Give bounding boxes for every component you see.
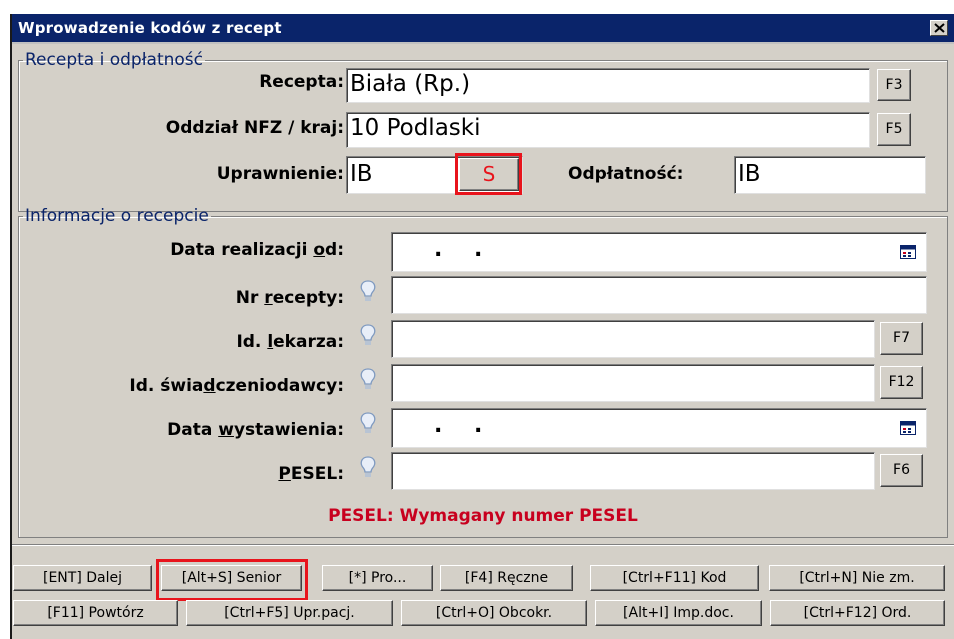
oddzial-label: Oddział NFZ / kraj: — [165, 118, 344, 138]
data-realizacji-label-hotkey: o — [313, 240, 326, 260]
recepta-label: Recepta: — [259, 72, 344, 92]
close-button[interactable] — [930, 20, 948, 36]
odplatnosc-value: IB — [738, 161, 761, 187]
id-swiadczeniodawcy-label-hotkey: d — [203, 376, 216, 396]
recepta-legend: Recepta i odpłatność — [25, 50, 203, 70]
data-realizacji-field[interactable]: . . — [391, 232, 927, 272]
pesel-label-post: ESEL: — [290, 464, 344, 484]
nie-zm-button[interactable]: [Ctrl+N] Nie zm. — [769, 565, 945, 591]
obcokr-button[interactable]: [Ctrl+O] Obcokr. — [401, 600, 587, 626]
button-bar-separator — [12, 544, 954, 546]
oddzial-field[interactable]: 10 Podlaski — [346, 112, 870, 148]
id-swiadczeniodawcy-label-pre: Id. świa — [129, 376, 204, 396]
id-swiadczeniodawcy-field[interactable] — [391, 364, 875, 402]
title-bar[interactable]: Wprowadzenie kodów z recept — [12, 14, 954, 44]
lightbulb-icon[interactable] — [358, 367, 378, 391]
uprawnienie-value: IB — [350, 161, 373, 187]
dialog-window: Wprowadzenie kodów z recept Recepta i od… — [10, 14, 954, 639]
oddzial-value: 10 Podlaski — [350, 115, 481, 141]
close-icon — [934, 23, 945, 33]
senior-toggle[interactable]: S — [459, 158, 519, 191]
recepta-f3-button[interactable]: F3 — [877, 69, 911, 101]
pesel-label: PESEL: — [278, 464, 344, 484]
oddzial-f5-button[interactable]: F5 — [877, 113, 911, 146]
nr-recepty-label: Nr recepty: — [236, 288, 344, 308]
id-lekarza-label: Id. lekarza: — [236, 332, 344, 352]
pesel-f6-button[interactable]: F6 — [880, 454, 923, 487]
data-wystawienia-field[interactable]: . . — [391, 408, 927, 448]
odplatnosc-label: Odpłatność: — [568, 164, 684, 184]
data-wystawienia-label-post: ystawienia: — [233, 420, 344, 440]
data-wystawienia-label-pre: Data — [167, 420, 219, 440]
data-wystawienia-label-hotkey: w — [218, 420, 234, 440]
id-swiadczeniodawcy-f12-button[interactable]: F12 — [880, 366, 923, 399]
id-lekarza-label-post: ekarza: — [273, 332, 344, 352]
calendar-icon[interactable] — [900, 245, 916, 259]
odplatnosc-field[interactable]: IB — [734, 156, 926, 194]
recepta-value: Biała (Rp.) — [350, 71, 471, 97]
pro-button[interactable]: [*] Pro... — [322, 565, 433, 591]
window-title: Wprowadzenie kodów z recept — [18, 19, 282, 37]
recepta-field[interactable]: Biała (Rp.) — [346, 68, 870, 103]
lightbulb-icon[interactable] — [358, 279, 378, 303]
lightbulb-icon[interactable] — [358, 411, 378, 435]
data-realizacji-value: . . — [434, 237, 495, 262]
pesel-field[interactable] — [391, 452, 875, 490]
data-wystawienia-value: . . — [434, 413, 495, 438]
id-lekarza-f7-button[interactable]: F7 — [880, 322, 923, 355]
upr-pacj-button[interactable]: [Ctrl+F5] Upr.pacj. — [186, 600, 393, 626]
data-realizacji-label-post: d: — [325, 240, 344, 260]
ord-button[interactable]: [Ctrl+F12] Ord. — [770, 600, 945, 626]
imp-doc-button[interactable]: [Alt+I] Imp.doc. — [595, 600, 762, 626]
info-legend: Informacje o recepcie — [25, 206, 209, 226]
kod-button[interactable]: [Ctrl+F11] Kod — [590, 565, 759, 591]
id-lekarza-field[interactable] — [391, 320, 875, 358]
nr-recepty-label-post: ecepty: — [272, 288, 344, 308]
data-wystawienia-label: Data wystawienia: — [167, 420, 344, 440]
lightbulb-icon[interactable] — [358, 455, 378, 479]
nr-recepty-label-hotkey: r — [264, 288, 273, 308]
data-realizacji-label-pre: Data realizacji — [170, 240, 314, 260]
data-realizacji-label: Data realizacji od: — [170, 240, 344, 260]
dalej-button[interactable]: [ENT] Dalej — [13, 565, 152, 591]
reczne-button[interactable]: [F4] Ręczne — [440, 565, 573, 591]
powtorz-button[interactable]: [F11] Powtórz — [13, 600, 178, 626]
senior-button[interactable]: [Alt+S] Senior — [161, 565, 302, 591]
calendar-icon[interactable] — [900, 421, 916, 435]
pesel-label-hotkey: P — [278, 464, 291, 484]
nr-recepty-field[interactable] — [391, 276, 927, 314]
id-swiadczeniodawcy-label-post: czeniodawcy: — [215, 376, 344, 396]
validation-error-message: PESEL: Wymagany numer PESEL — [328, 506, 638, 526]
nr-recepty-label-pre: Nr — [235, 288, 265, 308]
lightbulb-icon[interactable] — [358, 323, 378, 347]
id-lekarza-label-pre: Id. — [236, 332, 268, 352]
uprawnienie-label: Uprawnienie: — [216, 164, 344, 184]
id-swiadczeniodawcy-label: Id. świadczeniodawcy: — [129, 376, 344, 396]
